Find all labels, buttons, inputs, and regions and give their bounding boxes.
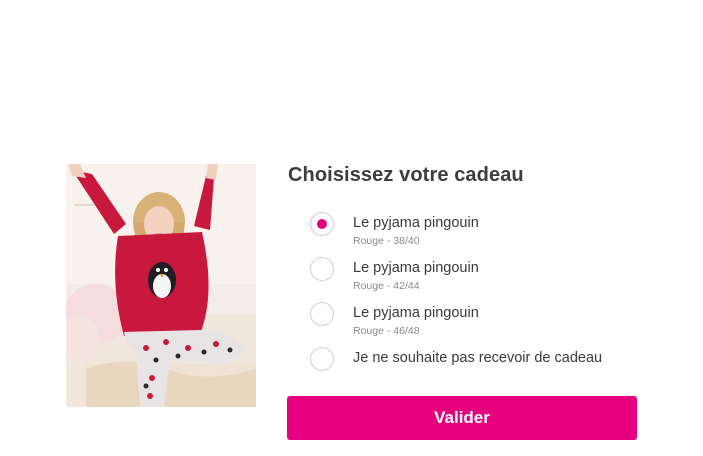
gift-option-size: Rouge - 46/48 [353,325,420,337]
gift-option-size: Rouge - 38/40 [353,235,420,247]
gift-option-label: Le pyjama pingouin [353,215,479,231]
radio-unselected-icon[interactable] [310,257,334,281]
gift-option-38-40[interactable]: Le pyjama pingouin Rouge - 38/40 [310,210,650,255]
gift-options-list: Le pyjama pingouin Rouge - 38/40 Le pyja… [310,210,650,390]
gift-option-42-44[interactable]: Le pyjama pingouin Rouge - 42/44 [310,255,650,300]
gift-option-label: Je ne souhaite pas recevoir de cadeau [353,350,603,366]
gift-option-label: Le pyjama pingouin [353,260,479,276]
gift-option-label: Le pyjama pingouin [353,305,479,321]
submit-button[interactable]: Valider [287,396,637,440]
gift-option-46-48[interactable]: Le pyjama pingouin Rouge - 46/48 [310,300,650,345]
radio-selected-icon[interactable] [310,212,334,236]
radio-unselected-icon[interactable] [310,347,334,371]
gift-option-size: Rouge - 42/44 [353,280,420,292]
gift-option-no-gift[interactable]: Je ne souhaite pas recevoir de cadeau [310,345,650,390]
page-title: Choisissez votre cadeau [288,164,524,186]
radio-unselected-icon[interactable] [310,302,334,326]
product-image [66,164,256,407]
gift-selection-panel: Choisissez votre cadeau Le pyjama pingou… [0,0,703,456]
